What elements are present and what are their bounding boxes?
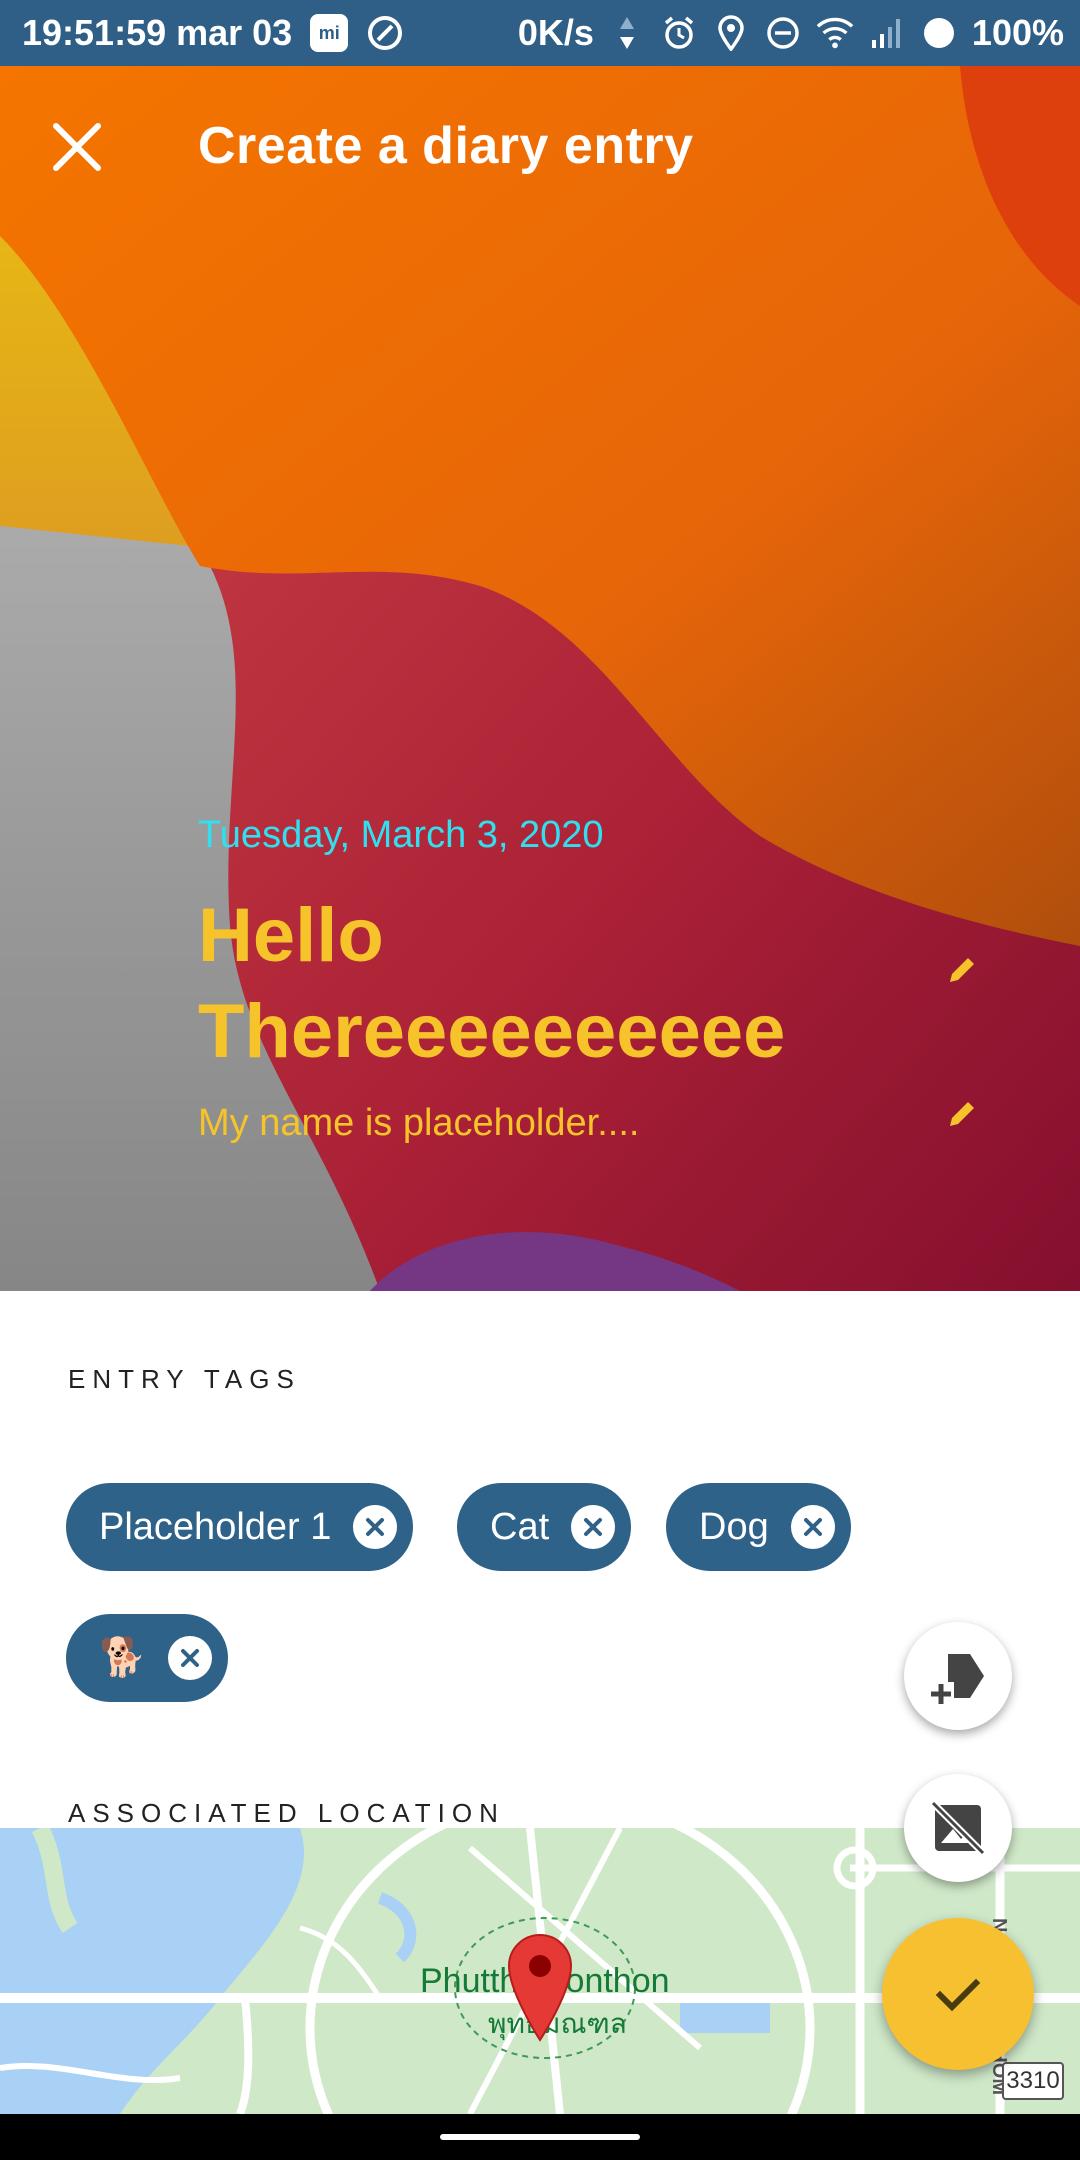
save-entry-button[interactable] xyxy=(882,1918,1034,2070)
wifi-icon xyxy=(816,14,854,52)
battery-icon xyxy=(920,14,958,52)
location-icon xyxy=(712,14,750,52)
tag-add-icon xyxy=(928,1654,984,1704)
remove-tag-close-icon[interactable] xyxy=(571,1505,616,1549)
dnd-icon xyxy=(764,14,802,52)
page-title: Create a diary entry xyxy=(198,117,694,175)
tag-chip[interactable]: Dog xyxy=(666,1483,851,1571)
entry-title[interactable]: Hello Thereeeeeeeeee xyxy=(198,888,818,1080)
entry-body[interactable]: My name is placeholder.... xyxy=(198,1102,639,1145)
signal-icon xyxy=(868,14,906,52)
associated-location-label: ASSOCIATED LOCATION xyxy=(68,1798,505,1828)
edit-body-icon[interactable] xyxy=(942,1094,982,1134)
battery-level: 100% xyxy=(971,12,1064,53)
net-speed: 0K/s xyxy=(517,12,594,53)
image-off-icon xyxy=(930,1800,986,1856)
status-time: 19:51:59 mar 03 xyxy=(22,12,293,53)
map-road-shield: 3310 xyxy=(1002,2062,1064,2100)
map-pin-icon xyxy=(507,1934,573,2042)
tag-chip[interactable]: Cat xyxy=(457,1483,632,1571)
entry-date[interactable]: Tuesday, March 3, 2020 xyxy=(198,814,604,857)
tag-chip-label: Placeholder 1 xyxy=(99,1505,332,1548)
remove-tag-close-icon[interactable] xyxy=(168,1636,213,1680)
close-icon[interactable] xyxy=(48,118,106,176)
tag-chip[interactable]: Placeholder 1 xyxy=(66,1483,414,1571)
tag-chip-label: Cat xyxy=(490,1505,550,1548)
entry-header-image[interactable]: Create a diary entry Tuesday, March 3, 2… xyxy=(0,66,1080,1291)
mi-app-icon: mi xyxy=(310,14,349,52)
sync-icon xyxy=(366,14,404,52)
add-tag-button[interactable] xyxy=(904,1622,1012,1730)
system-nav-bar xyxy=(0,2114,1080,2160)
remove-tag-close-icon[interactable] xyxy=(353,1505,398,1549)
status-bar: 19:51:59 mar 03 mi 0K/s 100% xyxy=(0,0,1080,66)
remove-image-button[interactable] xyxy=(904,1774,1012,1882)
entry-tags-label: ENTRY TAGS xyxy=(68,1364,301,1394)
tag-chip[interactable]: 🐕 xyxy=(66,1614,229,1702)
remove-tag-close-icon[interactable] xyxy=(790,1505,835,1549)
home-gesture-handle[interactable] xyxy=(440,2134,640,2140)
alarm-icon xyxy=(660,14,698,52)
check-icon xyxy=(935,1978,981,2012)
tag-chip-label: 🐕 xyxy=(99,1637,147,1679)
data-arrows-icon xyxy=(608,14,646,52)
edit-title-icon[interactable] xyxy=(942,950,982,990)
tag-chip-label: Dog xyxy=(699,1505,769,1548)
